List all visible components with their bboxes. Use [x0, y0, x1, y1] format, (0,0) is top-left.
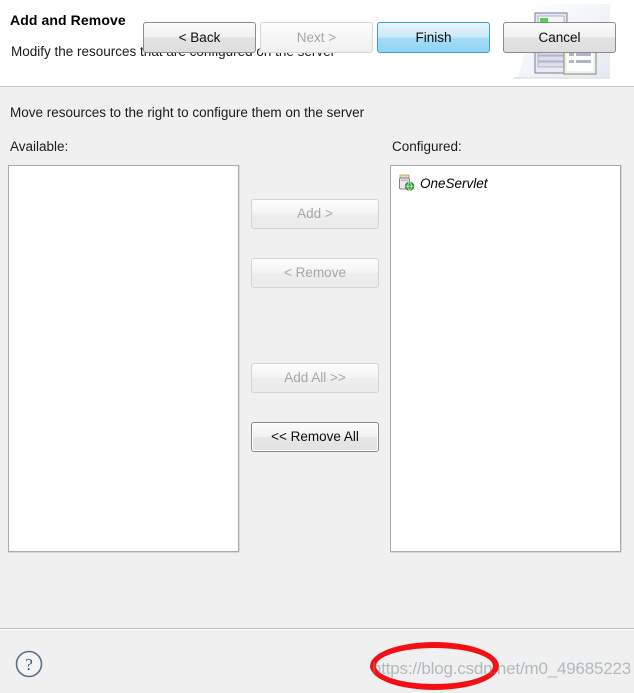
web-module-icon [397, 174, 415, 192]
add-all-button[interactable]: Add All >> [251, 363, 379, 393]
svg-text:?: ? [25, 655, 33, 674]
add-button[interactable]: Add > [251, 199, 379, 229]
configured-list-label: Configured: [392, 139, 462, 154]
list-item[interactable]: OneServlet [391, 172, 620, 194]
dialog-footer: ? [0, 630, 634, 693]
help-question-icon[interactable]: ? [14, 649, 44, 679]
remove-all-button[interactable]: << Remove All [251, 422, 379, 452]
dialog-body: Move resources to the right to configure… [0, 88, 634, 628]
list-item-label: OneServlet [420, 175, 488, 191]
instruction-text: Move resources to the right to configure… [10, 105, 365, 120]
available-list-label: Available: [10, 139, 69, 154]
next-button[interactable]: Next > [260, 22, 373, 53]
available-resources-list[interactable] [8, 165, 239, 552]
finish-button[interactable]: Finish [377, 22, 490, 53]
cancel-button[interactable]: Cancel [503, 22, 616, 53]
configured-resources-list[interactable]: OneServlet [390, 165, 621, 552]
back-button[interactable]: < Back [143, 22, 256, 53]
page-title: Add and Remove [10, 12, 126, 28]
remove-button[interactable]: < Remove [251, 258, 379, 288]
